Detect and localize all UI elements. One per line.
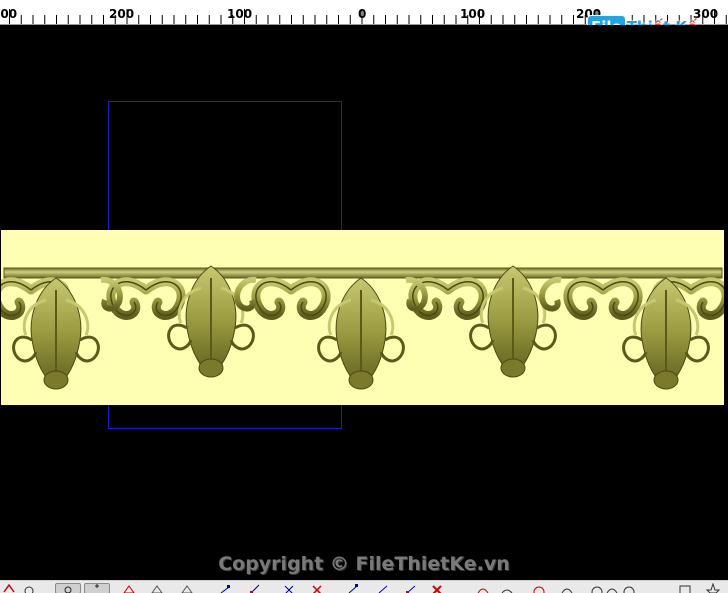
ruler-label: 200: [109, 7, 135, 21]
tool-icon[interactable]: [122, 583, 136, 593]
tool-icon[interactable]: [2, 583, 16, 593]
copyright-watermark: Copyright © FileThietKe.vn: [218, 553, 510, 575]
node-icon[interactable]: [376, 583, 390, 593]
circle-icon[interactable]: [590, 583, 604, 593]
rect-icon[interactable]: [678, 583, 692, 593]
circle-icon[interactable]: [532, 583, 546, 593]
arc-icon[interactable]: [500, 583, 514, 593]
delete-icon[interactable]: [430, 583, 444, 593]
ruler-label: 100: [227, 7, 253, 21]
tool-icon[interactable]: [22, 583, 36, 593]
node-icon[interactable]: [404, 583, 418, 593]
tool-icon[interactable]: [150, 583, 164, 593]
pan-icon[interactable]: [55, 583, 81, 593]
zoom-icon[interactable]: [84, 583, 110, 593]
star-icon[interactable]: [706, 583, 720, 593]
delete-icon[interactable]: [310, 583, 324, 593]
design-canvas[interactable]: [0, 25, 728, 562]
tool-icon[interactable]: [180, 583, 194, 593]
bottom-toolbar: [0, 580, 728, 593]
node-icon[interactable]: [346, 583, 360, 593]
arc-icon[interactable]: [560, 583, 574, 593]
node-icon[interactable]: [248, 583, 262, 593]
ornament-relief: [1, 264, 724, 391]
relief-model[interactable]: [1, 230, 724, 405]
arc-icon[interactable]: [605, 583, 619, 593]
node-icon[interactable]: [218, 583, 232, 593]
ruler-label: 0: [358, 7, 367, 21]
cut-icon[interactable]: [282, 583, 296, 593]
ruler-label: 100: [460, 7, 486, 21]
circle-icon[interactable]: [622, 583, 636, 593]
ruler-label: 300: [0, 7, 18, 21]
arc-icon[interactable]: [476, 583, 490, 593]
